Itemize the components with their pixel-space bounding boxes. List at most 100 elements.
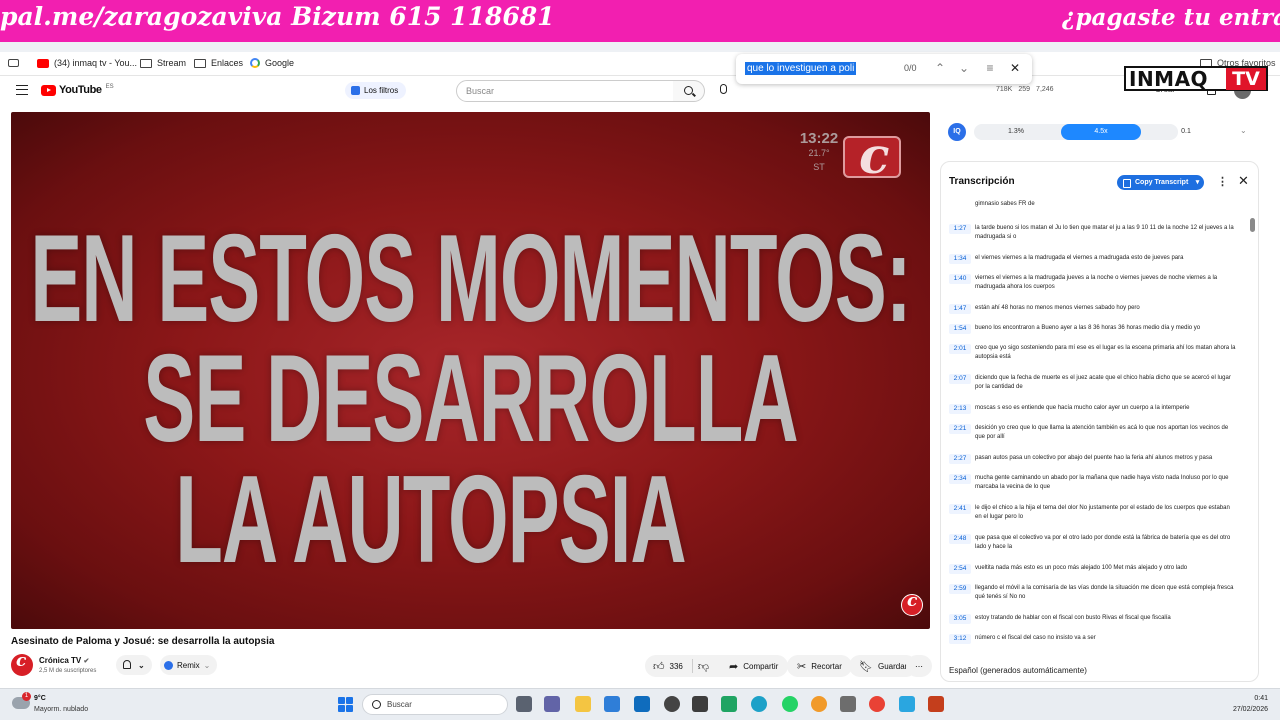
- inmaq-tv-logo: INMAQ TV: [1124, 66, 1268, 91]
- clip-label: Recortar: [811, 661, 842, 671]
- bookmark-label: (34) inmaq tv - You...: [54, 58, 138, 68]
- menu-icon[interactable]: [16, 85, 28, 95]
- segment-text: creo que yo sigo sosteniendo para mí ese…: [975, 345, 1236, 360]
- video-player[interactable]: EN ESTOS MOMENTOS: SE DESARROLLA LA AUTO…: [11, 112, 930, 629]
- telegram-icon[interactable]: [899, 696, 915, 712]
- whatsapp-icon[interactable]: [782, 696, 798, 712]
- chevron-down-icon: ⌄: [203, 660, 211, 670]
- find-input[interactable]: que lo investiguen a poli: [745, 62, 857, 75]
- weather-description: Mayorm. nublado: [34, 706, 89, 713]
- close-icon[interactable]: ✕: [1238, 173, 1249, 189]
- transcript-list[interactable]: gimnasio sabes FR de 1:27 la tarde bueno s…: [941, 200, 1251, 658]
- segment-text: bueno los encontraron a Bueno ayer a las…: [975, 325, 1201, 331]
- like-count[interactable]: 336: [670, 662, 683, 671]
- share-button[interactable]: ➦ Compartir: [719, 655, 789, 677]
- channel-name[interactable]: Crónica TV ✔: [39, 656, 89, 665]
- weather-icon[interactable]: [12, 692, 31, 709]
- clock-time[interactable]: 0:41: [1220, 695, 1268, 702]
- transcript-scrollbar[interactable]: [1250, 204, 1255, 656]
- windows-taskbar: 9°C Mayorm. nublado Buscar 0:41 27/02/20…: [0, 688, 1280, 720]
- camtasia-icon[interactable]: [721, 696, 737, 712]
- bookmark-stream[interactable]: Stream: [140, 58, 186, 68]
- segment-timestamp[interactable]: 1:34: [949, 254, 971, 264]
- copy-transcript-button[interactable]: Copy Transcript: [1117, 175, 1205, 190]
- microphone-icon[interactable]: [720, 84, 727, 94]
- find-options-icon[interactable]: ≡: [982, 60, 998, 76]
- chrome-icon[interactable]: [869, 696, 885, 712]
- segment-timestamp[interactable]: 2:01: [949, 344, 971, 354]
- extension-segment[interactable]: 0.1: [1148, 124, 1224, 140]
- transcript-panel: Transcripción Copy Transcript ⋮ ✕ gimnas…: [940, 161, 1259, 682]
- segment-timestamp[interactable]: 2:48: [949, 534, 971, 544]
- youtube-play-icon: [41, 84, 56, 96]
- start-icon[interactable]: [338, 697, 353, 712]
- task-view-icon[interactable]: [516, 696, 532, 712]
- find-next-icon[interactable]: ⌄: [956, 60, 972, 76]
- tab-search-icon[interactable]: [8, 59, 19, 67]
- search-input[interactable]: Buscar: [456, 80, 674, 102]
- extension-segment-active[interactable]: 4.5x: [1061, 124, 1141, 140]
- segment-timestamp[interactable]: 2:21: [949, 424, 971, 434]
- segment-text: mucha gente caminando un abado por la ma…: [975, 475, 1229, 490]
- share-icon: ➦: [729, 660, 739, 673]
- firefox-icon[interactable]: [811, 696, 827, 712]
- more-options-icon[interactable]: ⋮: [1217, 175, 1228, 188]
- bell-icon: [123, 660, 131, 669]
- extension-badge[interactable]: IQ: [948, 123, 966, 141]
- subscriber-count: 2,5 M de suscriptores: [39, 668, 97, 674]
- video-headline-line-3: LA AUTOPSIA: [175, 448, 686, 590]
- bookmark-enlaces[interactable]: Enlaces: [194, 58, 243, 68]
- segment-timestamp[interactable]: 1:54: [949, 324, 971, 334]
- like-icon[interactable]: 👍︎: [653, 660, 665, 673]
- search-icon: [684, 86, 693, 95]
- channel-avatar[interactable]: [11, 651, 33, 676]
- find-previous-icon[interactable]: ⌃: [932, 60, 948, 76]
- transcript-language[interactable]: Español (generados automáticamente): [949, 666, 1087, 675]
- taskbar-search-input[interactable]: Buscar: [362, 694, 508, 715]
- clock-date[interactable]: 27/02/2026: [1210, 706, 1268, 713]
- bookmark-youtube[interactable]: (34) inmaq tv - You...: [37, 58, 137, 68]
- segment-timestamp[interactable]: 2:59: [949, 584, 971, 594]
- segment-timestamp[interactable]: 2:07: [949, 374, 971, 384]
- segment-timestamp[interactable]: 1:27: [949, 224, 971, 234]
- bookmark-google[interactable]: Google: [250, 58, 294, 68]
- remix-button[interactable]: Remix ⌄: [160, 655, 218, 675]
- outlook-icon[interactable]: [634, 696, 650, 712]
- find-close-icon[interactable]: ✕: [1007, 60, 1023, 76]
- youtube-logo[interactable]: YouTube ES: [41, 84, 114, 96]
- notification-bell-button[interactable]: ⌄: [116, 655, 152, 675]
- capcut-icon[interactable]: [692, 696, 708, 712]
- extension-segment[interactable]: 1.3%: [988, 124, 1044, 140]
- dislike-icon[interactable]: 👎︎: [698, 660, 709, 673]
- remix-label: Remix: [177, 660, 200, 670]
- segment-timestamp[interactable]: 3:12: [949, 634, 971, 644]
- scrollbar-thumb[interactable]: [1250, 218, 1255, 232]
- segment-timestamp[interactable]: 2:27: [949, 454, 971, 464]
- segment-timestamp[interactable]: 2:34: [949, 474, 971, 484]
- obs-icon[interactable]: [664, 696, 680, 712]
- filters-button[interactable]: Los filtros: [345, 82, 407, 99]
- segment-timestamp[interactable]: 1:47: [949, 304, 971, 314]
- segment-text: que pasa que el colectivo va por el otro…: [975, 535, 1231, 550]
- powerpoint-icon[interactable]: [928, 696, 944, 712]
- chevron-down-icon[interactable]: ⌄: [1240, 126, 1247, 135]
- filter-extension-icon: [351, 86, 360, 95]
- more-actions-button[interactable]: ⋯: [906, 655, 932, 677]
- teams-icon[interactable]: [544, 696, 560, 712]
- edge-icon[interactable]: [751, 696, 767, 712]
- folder-icon: [140, 58, 152, 68]
- extension-controls: IQ 1.3% 4.5x 0.1 ⌄: [948, 122, 1258, 142]
- app-icon[interactable]: [840, 696, 856, 712]
- youtube-wordmark: YouTube: [59, 84, 102, 96]
- segment-timestamp[interactable]: 1:40: [949, 274, 971, 284]
- segment-text: están ahí 48 horas no menos menos vierne…: [975, 305, 1140, 311]
- search-button[interactable]: [673, 80, 705, 102]
- clip-button[interactable]: ✂ Recortar: [787, 655, 852, 677]
- segment-timestamp[interactable]: 2:13: [949, 404, 971, 414]
- store-icon[interactable]: [604, 696, 620, 712]
- segment-timestamp[interactable]: 2:54: [949, 564, 971, 574]
- file-explorer-icon[interactable]: [575, 696, 591, 712]
- segment-timestamp[interactable]: 2:41: [949, 504, 971, 514]
- segment-timestamp[interactable]: 3:05: [949, 614, 971, 624]
- bookmark-label: Enlaces: [211, 58, 244, 68]
